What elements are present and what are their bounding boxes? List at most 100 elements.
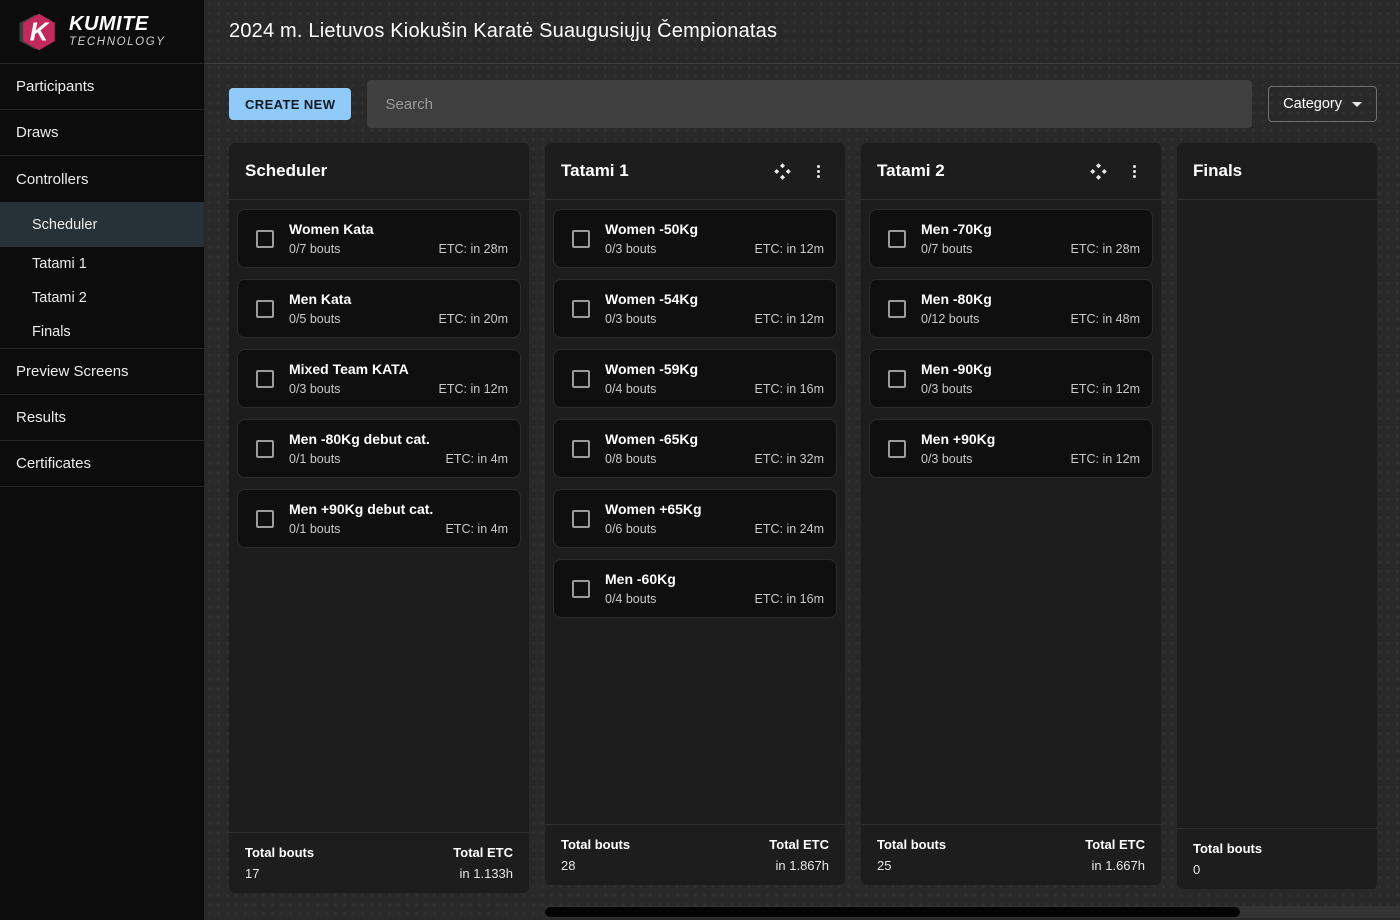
card-bouts: 0/5 bouts [289,312,351,326]
card-bouts: 0/7 bouts [289,242,374,256]
card-bouts: 0/3 bouts [289,382,409,396]
category-card[interactable]: Women Kata 0/7 bouts ETC: in 28m [237,209,521,268]
card-checkbox[interactable] [256,370,274,388]
sidebar-item-finals[interactable]: Finals [0,315,204,349]
sidebar-item-label: Tatami 2 [32,290,87,306]
sidebar-item-tatami-1[interactable]: Tatami 1 [0,247,204,281]
card-checkbox[interactable] [888,230,906,248]
card-etc: ETC: in 20m [439,312,508,326]
sidebar-item-label: Finals [32,324,71,340]
column-header: Scheduler [229,143,529,200]
card-title: Men -90Kg [921,361,992,377]
card-title: Women +65Kg [605,501,702,517]
sidebar-item-results[interactable]: Results [0,395,204,441]
total-bouts-label: Total bouts [877,837,946,852]
category-card[interactable]: Men -70Kg 0/7 bouts ETC: in 28m [869,209,1153,268]
card-checkbox[interactable] [572,440,590,458]
category-card[interactable]: Men -60Kg 0/4 bouts ETC: in 16m [553,559,837,618]
horizontal-scrollbar[interactable] [545,906,1400,918]
card-etc: ETC: in 32m [755,452,824,466]
column-menu-button[interactable] [808,161,829,182]
sidebar-item-controllers[interactable]: Controllers [0,156,204,202]
total-bouts-value: 17 [245,866,314,881]
category-card[interactable]: Women -65Kg 0/8 bouts ETC: in 32m [553,419,837,478]
column-header: Finals [1177,143,1377,200]
svg-text:K: K [30,18,50,46]
category-card[interactable]: Men -80Kg 0/12 bouts ETC: in 48m [869,279,1153,338]
card-checkbox[interactable] [256,300,274,318]
category-card[interactable]: Men -80Kg debut cat. 0/1 bouts ETC: in 4… [237,419,521,478]
category-card[interactable]: Men +90Kg 0/3 bouts ETC: in 12m [869,419,1153,478]
card-checkbox[interactable] [888,440,906,458]
card-checkbox[interactable] [572,510,590,528]
category-dropdown[interactable]: Category [1268,86,1377,122]
category-card[interactable]: Men Kata 0/5 bouts ETC: in 20m [237,279,521,338]
card-title: Men Kata [289,291,351,307]
move-column-button[interactable] [771,160,794,183]
card-title: Women -65Kg [605,431,698,447]
column-card-list: Women -50Kg 0/3 bouts ETC: in 12m Women … [545,200,845,824]
category-card[interactable]: Women -59Kg 0/4 bouts ETC: in 16m [553,349,837,408]
card-etc: ETC: in 4m [445,452,508,466]
horizontal-scrollbar-thumb[interactable] [545,907,1240,917]
chevron-down-icon [1352,102,1362,107]
card-checkbox[interactable] [888,300,906,318]
search-input[interactable] [367,80,1252,128]
total-etc-value: in 1.667h [1085,858,1145,873]
card-etc: ETC: in 12m [1071,452,1140,466]
more-options-icon [1126,163,1143,180]
category-dropdown-label: Category [1283,96,1342,112]
main-area: 2024 m. Lietuvos Kiokušin Karatė Suaugus… [205,0,1400,920]
card-bouts: 0/3 bouts [605,312,698,326]
total-bouts-value: 28 [561,858,630,873]
move-icon [773,162,792,181]
page-title: 2024 m. Lietuvos Kiokušin Karatė Suaugus… [229,20,777,43]
sidebar-item-label: Controllers [16,171,89,188]
card-checkbox[interactable] [572,370,590,388]
card-etc: ETC: in 4m [445,522,508,536]
category-card[interactable]: Women -50Kg 0/3 bouts ETC: in 12m [553,209,837,268]
column-tatami-1: Tatami 1 [545,143,845,885]
card-bouts: 0/1 bouts [289,452,430,466]
column-footer: Total bouts 17 Total ETC in 1.133h [229,832,529,893]
card-checkbox[interactable] [572,580,590,598]
category-card[interactable]: Mixed Team KATA 0/3 bouts ETC: in 12m [237,349,521,408]
card-title: Women -50Kg [605,221,698,237]
sidebar: K KUMITE TECHNOLOGY Participants Draws C… [0,0,205,920]
card-checkbox[interactable] [256,440,274,458]
sidebar-item-participants[interactable]: Participants [0,64,204,110]
column-tatami-2: Tatami 2 [861,143,1161,885]
card-checkbox[interactable] [256,230,274,248]
category-card[interactable]: Women -54Kg 0/3 bouts ETC: in 12m [553,279,837,338]
sidebar-item-tatami-2[interactable]: Tatami 2 [0,281,204,315]
card-checkbox[interactable] [888,370,906,388]
sidebar-nav: Participants Draws Controllers Scheduler… [0,64,204,487]
move-column-button[interactable] [1087,160,1110,183]
card-checkbox[interactable] [572,230,590,248]
brand-name: KUMITE [69,14,166,34]
category-card[interactable]: Men +90Kg debut cat. 0/1 bouts ETC: in 4… [237,489,521,548]
total-etc-label: Total ETC [1085,837,1145,852]
column-menu-button[interactable] [1124,161,1145,182]
sidebar-item-certificates[interactable]: Certificates [0,441,204,487]
sidebar-item-label: Participants [16,78,94,95]
card-bouts: 0/1 bouts [289,522,433,536]
column-footer: Total bouts 25 Total ETC in 1.667h [861,824,1161,885]
category-card[interactable]: Women +65Kg 0/6 bouts ETC: in 24m [553,489,837,548]
sidebar-item-preview-screens[interactable]: Preview Screens [0,349,204,395]
create-new-button[interactable]: CREATE NEW [229,88,351,120]
total-etc-value: in 1.867h [769,858,829,873]
column-title: Tatami 2 [877,161,1087,181]
app-logo: K KUMITE TECHNOLOGY [0,0,204,64]
card-etc: ETC: in 12m [439,382,508,396]
card-title: Men +90Kg debut cat. [289,501,433,517]
sidebar-item-scheduler[interactable]: Scheduler [0,202,204,247]
card-checkbox[interactable] [256,510,274,528]
card-title: Mixed Team KATA [289,361,409,377]
column-title: Tatami 1 [561,161,771,181]
card-checkbox[interactable] [572,300,590,318]
total-bouts-label: Total bouts [1193,841,1262,856]
sidebar-item-draws[interactable]: Draws [0,110,204,156]
card-bouts: 0/6 bouts [605,522,702,536]
category-card[interactable]: Men -90Kg 0/3 bouts ETC: in 12m [869,349,1153,408]
